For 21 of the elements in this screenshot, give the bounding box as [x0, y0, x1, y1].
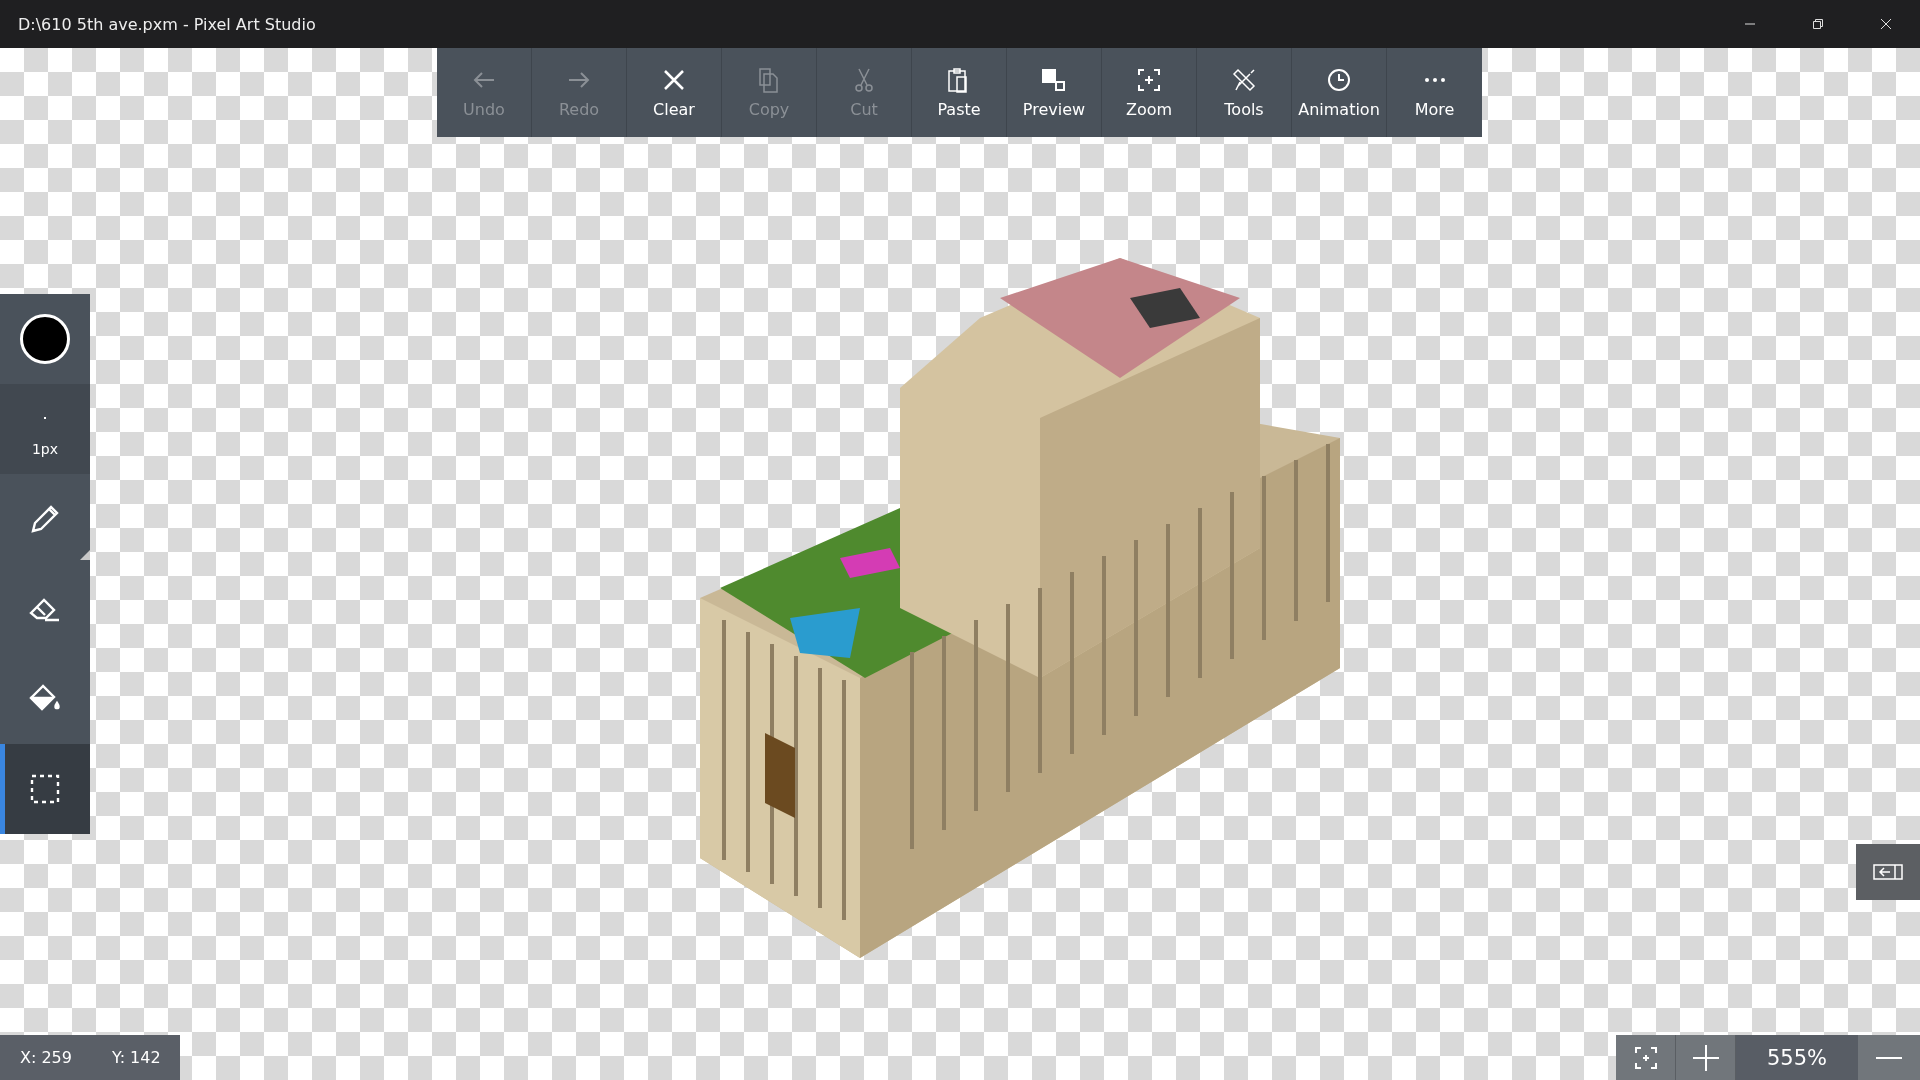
window-title: D:\610 5th ave.pxm - Pixel Art Studio — [18, 14, 316, 34]
squares-icon — [1040, 66, 1068, 94]
minus-icon — [1874, 1055, 1904, 1060]
zoom-in-button[interactable] — [1676, 1035, 1736, 1080]
restore-icon — [1812, 18, 1824, 30]
clock-icon — [1325, 66, 1353, 94]
x-coordinate: X: 259 — [20, 1048, 72, 1067]
close-icon — [1880, 18, 1892, 30]
plus-icon — [1690, 1042, 1721, 1073]
ruler-pencil-icon — [1230, 66, 1258, 94]
fit-screen-button[interactable] — [1616, 1035, 1676, 1080]
focus-frame-icon — [1633, 1045, 1658, 1070]
fill-tool-button[interactable] — [0, 654, 90, 744]
pencil-tool-button[interactable] — [0, 474, 90, 564]
y-coordinate: Y: 142 — [112, 1048, 161, 1067]
zoom-level: 555% — [1736, 1035, 1858, 1080]
corner-triangle-icon — [80, 550, 90, 560]
brush-size-button[interactable]: 1px — [0, 384, 90, 474]
focus-frame-icon — [1135, 66, 1163, 94]
panel-toggle-button[interactable] — [1856, 844, 1920, 900]
color-swatch[interactable] — [0, 294, 90, 384]
